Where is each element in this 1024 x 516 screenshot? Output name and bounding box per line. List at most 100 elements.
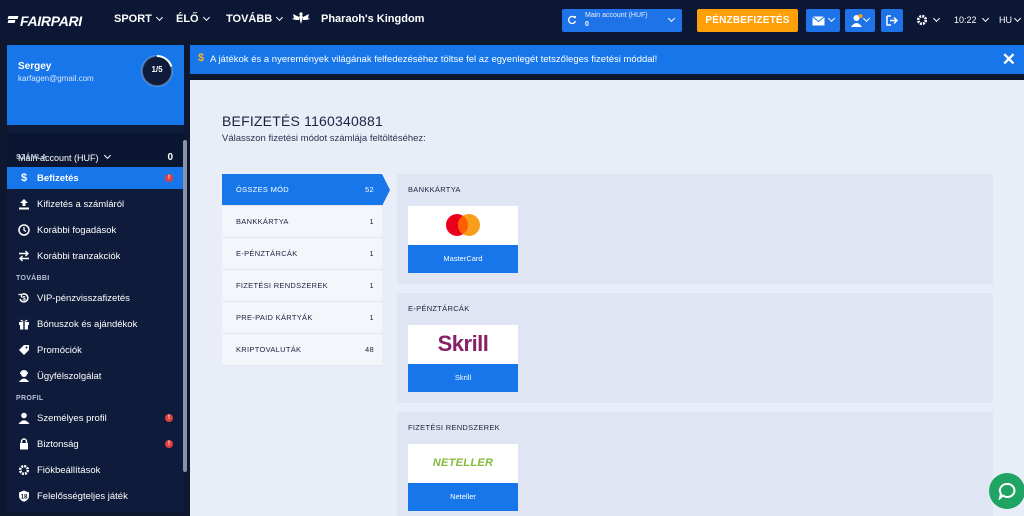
account-selector[interactable]: Main account (HUF) 0 — [562, 9, 682, 32]
user-icon — [18, 412, 30, 424]
account-value: 0 — [585, 21, 589, 28]
sidebar-item-szemelyes-profil[interactable]: Személyes profil ! — [7, 407, 184, 429]
nav-elo-label: ÉLŐ — [176, 13, 199, 25]
filter-label: ÖSSZES MÓD — [236, 185, 290, 194]
filter-prepaid-cards[interactable]: PRE-PAID KÁRTYÁK 1 — [222, 302, 382, 334]
alert-icon: ! — [165, 414, 173, 422]
chevron-down-icon[interactable] — [1013, 14, 1022, 23]
shield-icon: 18 — [19, 490, 29, 502]
sidebar-item-kifizetes[interactable]: Kifizetés a számláról — [7, 193, 184, 215]
clock-time: 10:22 — [954, 15, 977, 25]
chevron-down-icon — [202, 13, 210, 22]
sidebar-item-ugyfelszolgalat[interactable]: Ügyfélszolgálat — [7, 365, 184, 387]
sidebar-item-label: Bónuszok és ajándékok — [37, 318, 138, 330]
sidebar-item-promociok[interactable]: Promóciók — [7, 339, 184, 361]
payment-section-bank-card: BANKKÁRTYA MasterCard — [397, 174, 993, 284]
upload-icon — [19, 199, 29, 210]
sidebar-scrollbar[interactable] — [183, 140, 187, 472]
refresh-icon[interactable] — [567, 15, 577, 25]
settings-gear-icon[interactable] — [916, 14, 928, 26]
nav-tovabb[interactable]: TOVÁBB — [226, 13, 284, 25]
payment-method-skrill[interactable]: Skrill Skrill — [408, 325, 518, 392]
payment-method-label: Neteller — [408, 483, 518, 511]
section-title-profil: PROFIL — [16, 395, 44, 402]
fairpari-logo[interactable]: FAIRPARI — [8, 13, 82, 29]
sidebar-item-vip[interactable]: $ VIP-pénzvisszafizetés — [7, 287, 184, 309]
profile-button[interactable] — [845, 9, 875, 32]
gear-icon — [18, 464, 30, 476]
filter-all-methods[interactable]: ÖSSZES MÓD 52 — [222, 174, 390, 206]
page-title: BEFIZETÉS 1160340881 — [222, 113, 383, 129]
nav-sport-label: SPORT — [114, 13, 152, 25]
sidebar-item-felelossegteljes-jatek[interactable]: 18 Felelősségteljes játék — [7, 485, 184, 507]
clock-icon — [18, 224, 30, 236]
chevron-down-icon — [862, 14, 871, 23]
sidebar-item-fiokbeallitasok[interactable]: Fiókbeállítások — [7, 459, 184, 481]
sidebar-item-korabbi-tranzakciok[interactable]: Korábbi tranzakciók — [7, 245, 184, 267]
chevron-down-icon — [667, 14, 676, 23]
payment-method-mastercard[interactable]: MasterCard — [408, 206, 518, 273]
sidebar-item-label: Személyes profil — [37, 412, 107, 424]
filter-e-wallets[interactable]: E-PÉNZTÁRCÁK 1 — [222, 238, 382, 270]
logout-button[interactable] — [881, 9, 903, 32]
section-title: BANKKÁRTYA — [408, 185, 461, 194]
live-chat-button[interactable] — [989, 473, 1024, 509]
deposit-button[interactable]: PÉNZBEFIZETÉS — [697, 9, 798, 32]
sidebar-item-biztonsag[interactable]: Biztonság ! — [7, 433, 184, 455]
arrows-icon — [19, 250, 29, 262]
deposit-page: BEFIZETÉS 1160340881 Válasszon fizetési … — [190, 80, 1024, 516]
close-icon[interactable]: ✕ — [1002, 50, 1016, 70]
sidebar-item-label: Befizetés — [37, 172, 79, 184]
sidebar-item-label: Kifizetés a számláról — [37, 198, 125, 210]
sidebar-item-label: Promóciók — [37, 344, 82, 356]
filter-count: 1 — [369, 313, 374, 322]
chevron-down-icon[interactable] — [981, 14, 990, 23]
filter-label: BANKKÁRTYA — [236, 217, 289, 226]
filter-count: 1 — [369, 217, 374, 226]
support-icon — [19, 370, 29, 382]
alert-icon: ! — [165, 174, 173, 182]
filter-crypto[interactable]: KRIPTOVALUTÁK 48 — [222, 334, 382, 366]
section-title: E-PÉNZTÁRCÁK — [408, 304, 470, 313]
chevron-down-icon[interactable] — [932, 14, 941, 23]
sidebar-item-korabbi-fogadasok[interactable]: Korábbi fogadások — [7, 219, 184, 241]
chevron-down-icon — [103, 151, 112, 160]
filter-label: PRE-PAID KÁRTYÁK — [236, 313, 313, 322]
payment-method-label: MasterCard — [408, 245, 518, 273]
filter-count: 52 — [365, 185, 374, 194]
logout-icon — [886, 15, 898, 26]
mastercard-logo — [408, 206, 518, 244]
payment-method-neteller[interactable]: NETELLER Neteller — [408, 444, 518, 511]
filter-payment-systems[interactable]: FIZETÉSI RENDSZEREK 1 — [222, 270, 382, 302]
account-sidebar: Sergey karfagen@gmail.com 1/5 Main accou… — [7, 45, 184, 512]
filter-label: E-PÉNZTÁRCÁK — [236, 249, 298, 258]
user-name: Sergey — [18, 61, 52, 72]
nav-elo[interactable]: ÉLŐ — [176, 13, 210, 25]
chat-bubble-icon — [998, 482, 1016, 500]
filter-count: 48 — [365, 345, 374, 354]
filter-label: FIZETÉSI RENDSZEREK — [236, 281, 328, 290]
payment-section-e-wallets: E-PÉNZTÁRCÁK Skrill Skrill — [397, 293, 993, 403]
game-title[interactable]: Pharaoh's Kingdom — [321, 13, 424, 25]
alert-icon: ! — [165, 440, 173, 448]
sidebar-item-bonuszok[interactable]: Bónuszok és ajándékok — [7, 313, 184, 335]
nav-sport[interactable]: SPORT — [114, 13, 163, 25]
deposit-promo-banner: $ A játékok és a nyeremények világának f… — [190, 45, 1024, 74]
language-selector[interactable]: HU — [999, 15, 1012, 25]
filter-bank-card[interactable]: BANKKÁRTYA 1 — [222, 206, 382, 238]
user-icon — [851, 14, 863, 27]
neteller-logo-text: NETELLER — [432, 457, 494, 469]
winged-scarab-icon — [292, 12, 310, 24]
filter-count: 1 — [369, 249, 374, 258]
dollar-icon: $ — [198, 52, 205, 64]
envelope-icon — [812, 16, 825, 26]
sidebar-item-label: Biztonság — [37, 438, 79, 450]
section-title-szamla: SZÁMLA — [16, 154, 47, 161]
payment-section-payment-systems: FIZETÉSI RENDSZEREK NETELLER Neteller — [397, 412, 993, 516]
messages-button[interactable] — [806, 9, 840, 32]
sidebar-item-label: VIP-pénzvisszafizetés — [37, 292, 130, 304]
level-progress-text: 1/5 — [151, 65, 163, 74]
sidebar-item-label: Felelősségteljes játék — [37, 490, 128, 502]
sidebar-item-befizetes[interactable]: $ Befizetés ! — [7, 167, 184, 189]
sidebar-item-label: Ügyfélszolgálat — [37, 370, 102, 382]
